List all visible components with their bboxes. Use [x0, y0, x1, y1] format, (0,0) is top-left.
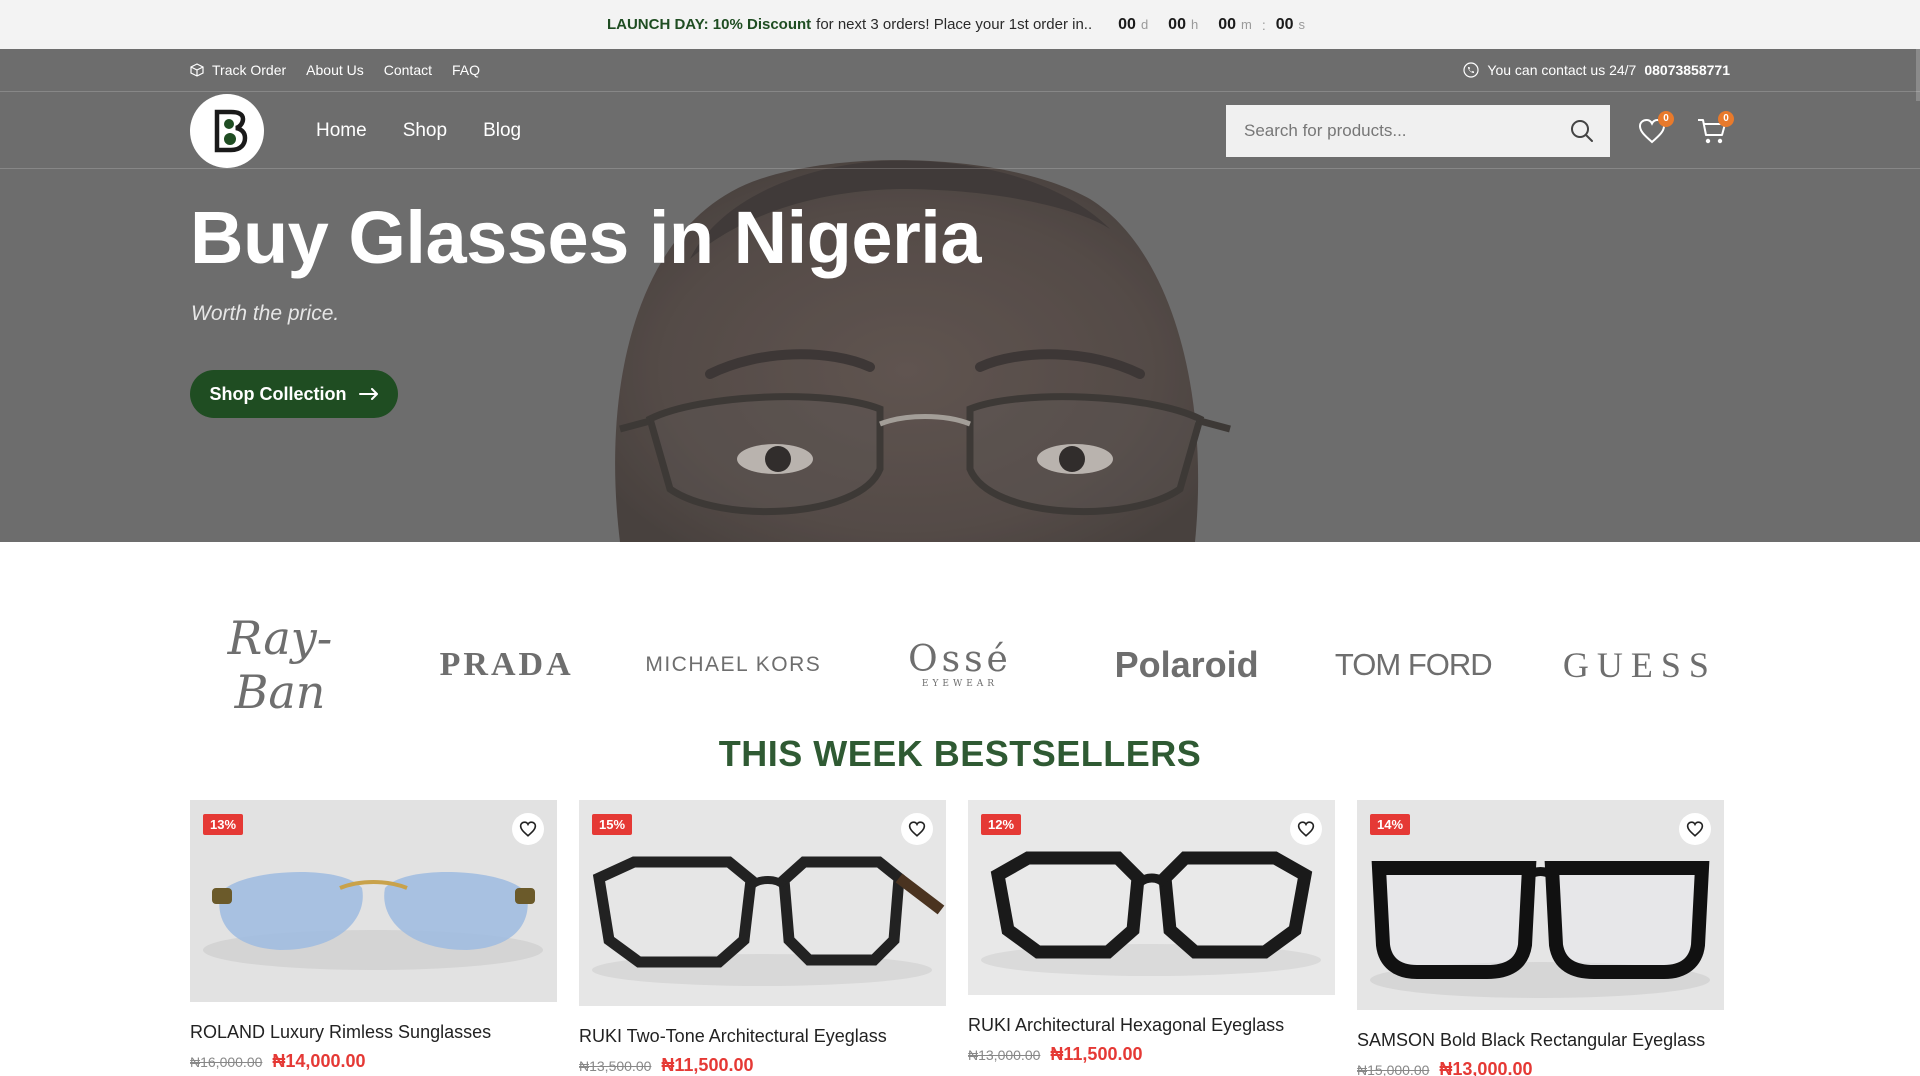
hero-banner: Track Order About Us Contact FAQ You can… — [0, 49, 1920, 542]
utility-bar: Track Order About Us Contact FAQ You can… — [0, 49, 1920, 92]
product-image[interactable]: 12% — [968, 800, 1335, 995]
product-image[interactable]: 14% — [1357, 800, 1724, 1010]
search-bar — [1226, 104, 1610, 157]
product-name[interactable]: ROLAND Luxury Rimless Sunglasses — [190, 1022, 557, 1043]
brand-logo-michael-kors[interactable]: MICHAEL KORS — [643, 653, 823, 677]
discount-badge: 15% — [592, 814, 633, 835]
brand-logo-tom-ford[interactable]: TOM FORD — [1323, 647, 1503, 683]
countdown-days: 00 d — [1110, 14, 1156, 36]
heart-icon — [1686, 821, 1704, 837]
announcement-bar: LAUNCH DAY: 10% Discount for next 3 orde… — [0, 0, 1920, 49]
cart-button[interactable]: 0 — [1694, 110, 1734, 149]
phone-icon — [1463, 62, 1480, 78]
contact-text: You can contact us 24/7 — [1487, 62, 1637, 78]
product-price: ₦11,500.00 — [1050, 1044, 1143, 1064]
contact-link[interactable]: Contact — [384, 62, 432, 78]
hexagonal-eyeglass-image — [968, 800, 1335, 995]
add-to-wishlist-button[interactable] — [512, 813, 544, 845]
brand-logo-guess[interactable]: GUESS — [1550, 644, 1730, 686]
product-card[interactable]: 12% RUKI Architectural Hexagonal Eyeglas… — [968, 800, 1335, 1076]
product-grid: 13% ROLAND Luxury Rimless Sunglasses ₦16… — [190, 800, 1730, 1076]
discount-badge: 13% — [203, 814, 244, 835]
countdown-timer: 00 d 00 h 00 m : 00 s — [1110, 14, 1313, 36]
product-old-price: ₦15,000.00 — [1357, 1062, 1430, 1076]
countdown-minutes: 00 m — [1210, 14, 1260, 36]
rimless-sunglasses-image — [190, 800, 557, 1002]
product-card[interactable]: 15% RUKI Two-Tone Architectural Eyeglass… — [579, 800, 946, 1076]
site-logo[interactable] — [190, 93, 264, 168]
track-order-link[interactable]: Track Order — [190, 62, 286, 78]
countdown-value: 00 — [1168, 15, 1186, 33]
nav-home-link[interactable]: Home — [316, 120, 367, 142]
countdown-hours: 00 h — [1160, 14, 1206, 36]
heart-icon — [1297, 821, 1315, 837]
countdown-unit: m — [1241, 16, 1252, 32]
product-price: ₦11,500.00 — [661, 1055, 754, 1075]
countdown-unit: s — [1298, 16, 1306, 32]
product-name[interactable]: RUKI Two-Tone Architectural Eyeglass — [579, 1026, 946, 1047]
rectangular-eyeglass-image — [1357, 800, 1724, 1010]
search-icon[interactable] — [1570, 119, 1594, 143]
page: LAUNCH DAY: 10% Discount for next 3 orde… — [0, 0, 1920, 1076]
search-input[interactable] — [1244, 120, 1570, 141]
track-order-label: Track Order — [212, 62, 287, 78]
discount-badge: 14% — [1370, 814, 1411, 835]
shop-collection-label: Shop Collection — [209, 383, 347, 404]
phone-number[interactable]: 08073858771 — [1644, 62, 1730, 78]
two-tone-eyeglass-image — [579, 800, 946, 1006]
product-price: ₦13,000.00 — [1439, 1059, 1533, 1076]
countdown-unit: d — [1140, 16, 1149, 32]
section-title: THIS WEEK BESTSELLERS — [718, 733, 1202, 774]
brand-logo-prada[interactable]: PRADA — [417, 646, 597, 684]
wishlist-count-badge: 0 — [1658, 110, 1674, 127]
brand-logo-polaroid[interactable]: Polaroid — [1097, 644, 1277, 686]
logo-mark-icon — [214, 109, 248, 152]
countdown-value: 00 — [1218, 15, 1236, 33]
wishlist-button[interactable]: 0 — [1634, 110, 1674, 149]
countdown-seconds: 00 s — [1268, 14, 1313, 36]
add-to-wishlist-button[interactable] — [1679, 813, 1711, 845]
nav-shop-link[interactable]: Shop — [403, 120, 447, 142]
product-card[interactable]: 13% ROLAND Luxury Rimless Sunglasses ₦16… — [190, 800, 557, 1076]
faq-link[interactable]: FAQ — [452, 62, 480, 78]
countdown-separator: : — [1261, 16, 1266, 33]
nav-blog-link[interactable]: Blog — [483, 120, 521, 142]
product-card[interactable]: 14% SAMSON Bold Black Rectangular Eyegla… — [1357, 800, 1724, 1076]
add-to-wishlist-button[interactable] — [901, 813, 933, 845]
shop-collection-button[interactable]: Shop Collection — [190, 370, 398, 418]
brand-logo-rayban[interactable]: Ray-Ban — [190, 611, 370, 719]
product-old-price: ₦13,500.00 — [579, 1058, 652, 1074]
hero-subtitle: Worth the price. — [191, 302, 340, 325]
countdown-value: 00 — [1275, 15, 1294, 33]
brand-osse-subtitle: EYEWEAR — [921, 678, 999, 689]
product-image[interactable]: 15% — [579, 800, 946, 1006]
heart-icon — [908, 821, 926, 837]
main-navigation: Home Shop Blog 0 0 — [0, 93, 1920, 169]
product-image[interactable]: 13% — [190, 800, 557, 1002]
heart-icon — [519, 821, 537, 837]
product-old-price: ₦16,000.00 — [190, 1054, 263, 1070]
brand-osse-name: Ossé — [908, 638, 1012, 680]
cart-count-badge: 0 — [1718, 110, 1734, 127]
countdown-value: 00 — [1118, 15, 1136, 33]
countdown-unit: h — [1190, 16, 1199, 32]
brand-logo-osse[interactable]: Ossé EYEWEAR — [870, 638, 1050, 689]
announcement-text: for next 3 orders! Place your 1st order … — [816, 16, 1093, 33]
product-old-price: ₦13,000.00 — [968, 1047, 1041, 1063]
announcement-lead: LAUNCH DAY: 10% Discount — [606, 16, 812, 33]
discount-badge: 12% — [981, 814, 1022, 835]
product-name[interactable]: RUKI Architectural Hexagonal Eyeglass — [968, 1015, 1335, 1036]
box-icon — [190, 63, 204, 77]
arrow-right-icon — [358, 388, 378, 400]
hero-title: Buy Glasses in Nigeria — [190, 196, 982, 279]
product-name[interactable]: SAMSON Bold Black Rectangular Eyeglass — [1357, 1030, 1724, 1051]
brand-strip: Ray-Ban PRADA MICHAEL KORS Ossé EYEWEAR … — [190, 611, 1730, 719]
about-us-link[interactable]: About Us — [306, 62, 364, 78]
add-to-wishlist-button[interactable] — [1290, 813, 1322, 845]
product-price: ₦14,000.00 — [272, 1051, 366, 1071]
contact-info: You can contact us 24/7 08073858771 — [1463, 62, 1730, 78]
